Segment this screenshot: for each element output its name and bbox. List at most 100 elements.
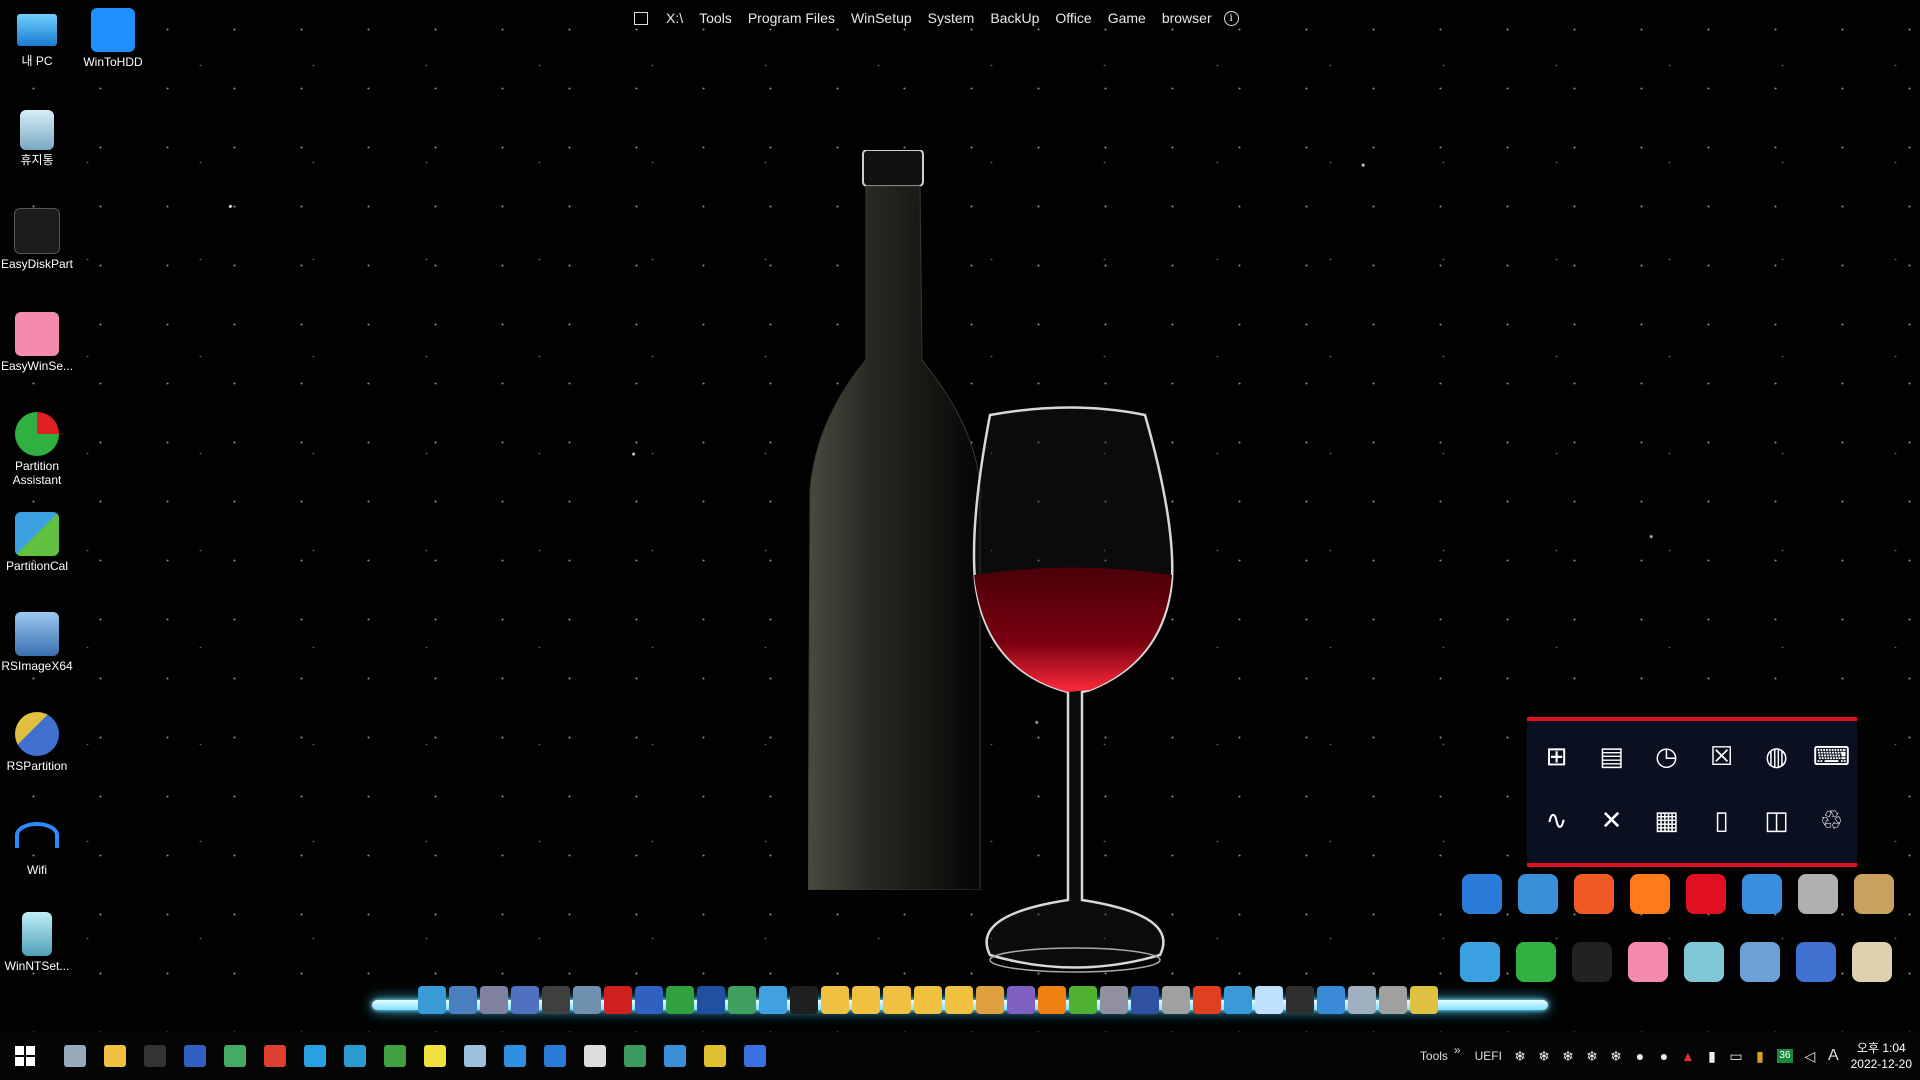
dock-wand-icon[interactable] (1410, 986, 1438, 1014)
snowflake-icon[interactable]: ❄ (1609, 1049, 1623, 1063)
menu-item-browser[interactable]: browser (1154, 10, 1220, 26)
desktop-icon-recycle-bin[interactable]: 휴지통 (0, 110, 77, 167)
menu-item-backup[interactable]: BackUp (982, 10, 1047, 26)
firefox-icon[interactable] (1630, 874, 1670, 914)
menu-item-office[interactable]: Office (1047, 10, 1099, 26)
dock-cubes-icon[interactable] (759, 986, 787, 1014)
network-icon[interactable]: ▭ (1729, 1049, 1743, 1063)
brave-browser-icon[interactable] (1574, 874, 1614, 914)
taskbar-chrome-icon[interactable] (258, 1039, 292, 1073)
taskbar-keyboard-icon[interactable] (218, 1039, 252, 1073)
dock-printer-icon[interactable] (1100, 986, 1128, 1014)
usb-drive-icon[interactable]: ▮ (1705, 1049, 1719, 1063)
dock-snowflake-icon[interactable] (1255, 986, 1283, 1014)
menu-item-program-files[interactable]: Program Files (740, 10, 843, 26)
show-desktop-icon[interactable] (634, 11, 648, 25)
drop-icon[interactable]: ● (1657, 1049, 1671, 1063)
dock-x-icon[interactable] (1193, 986, 1221, 1014)
taskbar-edge-icon[interactable] (298, 1039, 332, 1073)
mouse-icon[interactable]: ▯ (1694, 789, 1749, 853)
dock-disc-icon[interactable] (1162, 986, 1190, 1014)
dock-tools-icon[interactable] (1379, 986, 1407, 1014)
puzzle-icon[interactable] (1460, 942, 1500, 982)
pulse-icon[interactable]: ∿ (1529, 789, 1584, 853)
speaker-icon[interactable]: ◁ (1803, 1049, 1817, 1063)
desktop-icon-easydiskpart[interactable]: EasyDiskPart (0, 208, 77, 271)
taskbar-sticky-note-icon[interactable] (418, 1039, 452, 1073)
desktop-icon-my-pc[interactable]: 내 PC (0, 10, 77, 68)
disk-tool-icon[interactable] (1798, 874, 1838, 914)
snowflake-icon[interactable]: ❄ (1513, 1049, 1527, 1063)
snowflake-icon[interactable]: ❄ (1561, 1049, 1575, 1063)
opera-icon[interactable] (1686, 874, 1726, 914)
desktop-icon-partitioncal[interactable]: PartitionCal (0, 512, 77, 573)
dock-display-icon[interactable] (1224, 986, 1252, 1014)
setup-icon[interactable] (1684, 942, 1724, 982)
globe-icon[interactable]: ◍ (1749, 725, 1804, 789)
taskbar-install-icon[interactable] (378, 1039, 412, 1073)
taskbar-pen-icon[interactable] (458, 1039, 492, 1073)
dock-chart-icon[interactable] (666, 986, 694, 1014)
start-button[interactable] (8, 1039, 42, 1073)
close-box-icon[interactable]: ☒ (1694, 725, 1749, 789)
taskbar-drop-icon[interactable] (578, 1039, 612, 1073)
monitor-gear-icon[interactable] (1740, 942, 1780, 982)
menu-item-winsetup[interactable]: WinSetup (843, 10, 920, 26)
folder-blue-icon[interactable] (1518, 874, 1558, 914)
recycle-icon[interactable]: ♲ (1804, 789, 1859, 853)
desktop-icon-rspartition[interactable]: RSPartition (0, 712, 77, 773)
taskbar-archive-icon[interactable] (698, 1039, 732, 1073)
dock-tiles-icon[interactable] (1317, 986, 1345, 1014)
dock-pixel-app-icon[interactable] (604, 986, 632, 1014)
taskbar-photo-viewer-icon[interactable] (538, 1039, 572, 1073)
terminal-icon[interactable]: ⌨ (1804, 725, 1859, 789)
desktop-icon-wifi[interactable]: Wifi (0, 812, 77, 877)
dock-phone-icon[interactable] (1007, 986, 1035, 1014)
notepad-icon[interactable]: ▤ (1584, 725, 1639, 789)
input-method-indicator[interactable]: A (1822, 1047, 1845, 1065)
partition-tool-icon[interactable] (1796, 942, 1836, 982)
menu-item-game[interactable]: Game (1100, 10, 1154, 26)
chevron-double-right-icon[interactable]: » (1454, 1043, 1469, 1069)
taskbar-mail-icon[interactable] (498, 1039, 532, 1073)
dock-trash-icon[interactable] (1348, 986, 1376, 1014)
tools-icon[interactable]: ✕ (1584, 789, 1639, 853)
battery-icon[interactable]: ▮ (1753, 1049, 1767, 1063)
info-icon[interactable]: i (1223, 10, 1239, 26)
dock-utorrent-icon[interactable] (1069, 986, 1097, 1014)
taskbar-power-icon[interactable] (738, 1039, 772, 1073)
document-icon[interactable] (1852, 942, 1892, 982)
pen-tool-icon[interactable]: ▲ (1681, 1049, 1695, 1063)
menu-item-system[interactable]: System (920, 10, 983, 26)
window-edit-icon[interactable]: ◫ (1749, 789, 1804, 853)
menu-item-x-drive[interactable]: X:\ (658, 10, 691, 26)
photo-viewer-icon[interactable] (1462, 874, 1502, 914)
dock-computer-icon[interactable] (1131, 986, 1159, 1014)
tray-badge[interactable]: 36 (1776, 1049, 1793, 1063)
dock-monitor-icon[interactable] (418, 986, 446, 1014)
taskbar-save-icon[interactable] (178, 1039, 212, 1073)
taskbar-folder-blue-icon[interactable] (658, 1039, 692, 1073)
desktop-icon-winntsetup[interactable]: WinNTSet... (0, 912, 77, 973)
tray-tools-label[interactable]: Tools (1414, 1049, 1454, 1063)
snowflake-icon[interactable]: ❄ (1585, 1049, 1599, 1063)
drop-icon[interactable]: ● (1633, 1049, 1647, 1063)
dock-network-icon[interactable] (449, 986, 477, 1014)
desktop-icon-easywinsetup[interactable]: EasyWinSe... (0, 312, 77, 373)
dock-folder-icon[interactable] (821, 986, 849, 1014)
dock-folder-icon[interactable] (945, 986, 973, 1014)
dock-shield-icon[interactable] (790, 986, 818, 1014)
dock-folder-icon[interactable] (883, 986, 911, 1014)
dock-folder-icon[interactable] (852, 986, 880, 1014)
dock-cmd-icon[interactable] (1286, 986, 1314, 1014)
taskbar-monitor-icon[interactable] (338, 1039, 372, 1073)
easydiskpart-icon[interactable] (1572, 942, 1612, 982)
clock-icon[interactable]: ◷ (1639, 725, 1694, 789)
desktop-icon-partition-assistant[interactable]: Partition Assistant (0, 412, 77, 487)
dock-save-icon[interactable] (635, 986, 663, 1014)
taskbar-cmd-icon[interactable] (138, 1039, 172, 1073)
desktop-icon-rsimagex64[interactable]: RSImageX64 (0, 612, 77, 673)
windows-logo-icon[interactable]: ⊞ (1529, 725, 1584, 789)
dock-qr-icon[interactable] (511, 986, 539, 1014)
sync-icon[interactable] (1742, 874, 1782, 914)
